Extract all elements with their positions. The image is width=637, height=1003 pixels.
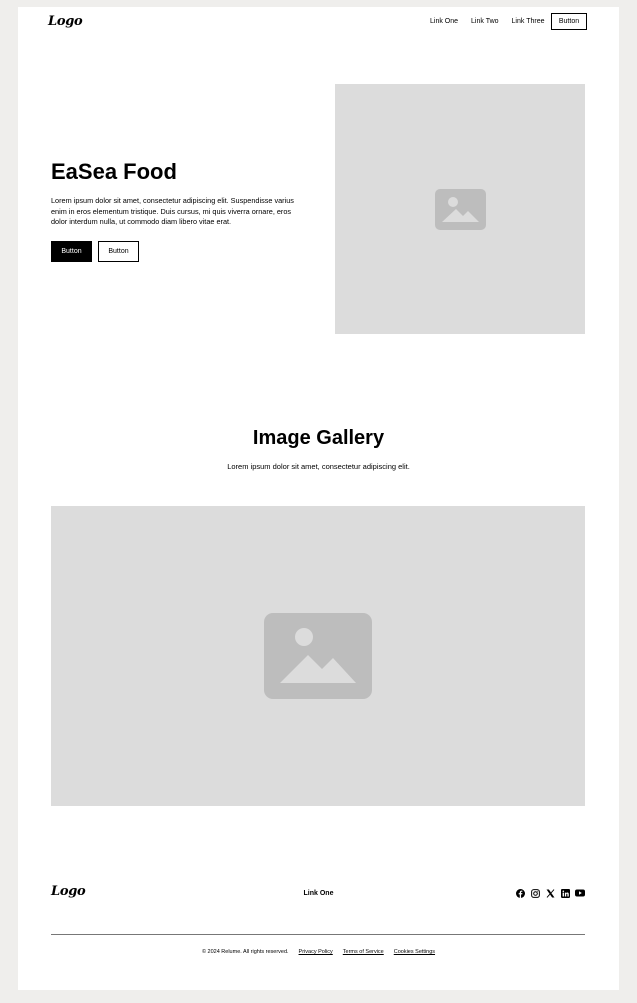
- image-placeholder-icon: [434, 188, 486, 230]
- footer-bottom: © 2024 Relume. All rights reserved. Priv…: [18, 949, 619, 955]
- privacy-policy-link[interactable]: Privacy Policy: [299, 949, 333, 955]
- linkedin-icon[interactable]: [560, 888, 570, 898]
- nav-button[interactable]: Button: [551, 13, 587, 30]
- social-links: [515, 888, 585, 898]
- nav-logo[interactable]: Logo: [48, 14, 83, 29]
- nav-links: Link One Link Two Link Three: [430, 18, 544, 25]
- hero-primary-button[interactable]: Button: [51, 241, 92, 262]
- nav-link-three[interactable]: Link Three: [512, 18, 545, 25]
- youtube-icon[interactable]: [575, 888, 585, 898]
- hero-text: Lorem ipsum dolor sit amet, consectetur …: [51, 196, 294, 227]
- footer-divider: [51, 934, 585, 935]
- x-icon[interactable]: [545, 888, 555, 898]
- instagram-icon[interactable]: [530, 888, 540, 898]
- gallery-image: [51, 506, 585, 806]
- copyright-text: © 2024 Relume. All rights reserved.: [201, 949, 289, 955]
- terms-of-service-link[interactable]: Terms of Service: [343, 949, 384, 955]
- hero-title: EaSea Food: [51, 159, 177, 184]
- page: Logo Link One Link Two Link Three Button…: [18, 7, 619, 990]
- gallery-subtitle: Lorem ipsum dolor sit amet, consectetur …: [227, 462, 410, 471]
- facebook-icon[interactable]: [515, 888, 525, 898]
- cookies-settings-link[interactable]: Cookies Settings: [394, 949, 435, 955]
- gallery-title: Image Gallery: [252, 427, 385, 449]
- nav-link-two[interactable]: Link Two: [471, 18, 499, 25]
- hero-secondary-button[interactable]: Button: [98, 241, 139, 262]
- hero-image: [335, 84, 585, 334]
- image-placeholder-icon: [264, 613, 372, 699]
- nav-link-one[interactable]: Link One: [430, 18, 458, 25]
